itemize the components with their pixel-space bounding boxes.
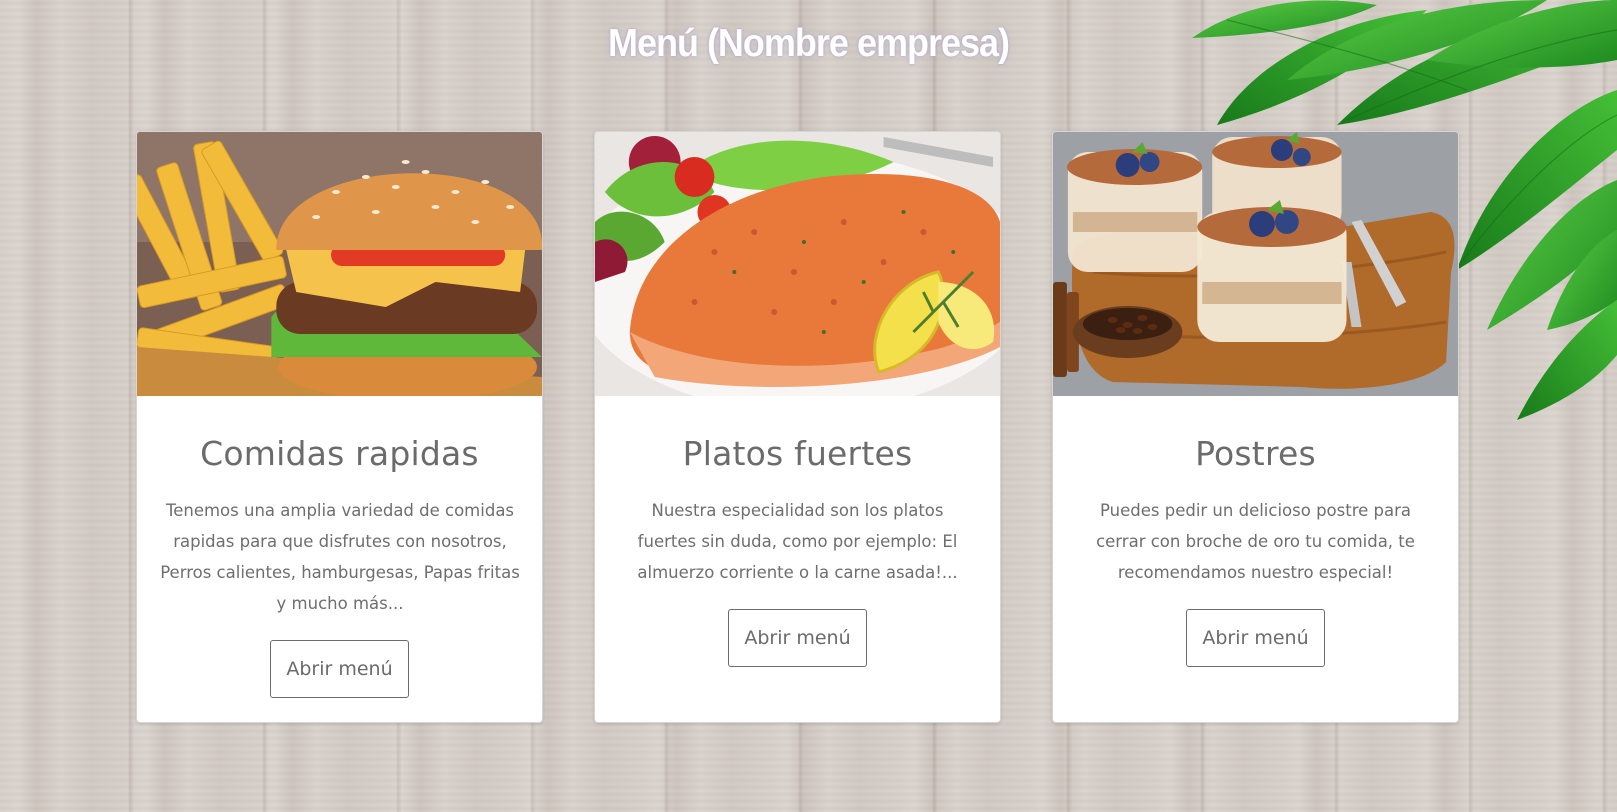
menu-card-fast-food: Comidas rapidas Tenemos una amplia varie… [136,131,543,723]
card-description: Nuestra especialidad son los platos fuer… [637,501,958,582]
card-description: Tenemos una amplia variedad de comidas r… [160,501,520,613]
card-title: Postres [1195,434,1316,473]
menu-card-desserts: Postres Puedes pedir un delicioso postre… [1052,131,1459,723]
menu-cards: Comidas rapidas Tenemos una amplia varie… [136,131,1461,723]
card-body: Comidas rapidas Tenemos una amplia varie… [137,434,542,698]
open-menu-button[interactable]: Abrir menú [270,640,409,698]
open-menu-button[interactable]: Abrir menú [1186,609,1325,667]
menu-card-main-dishes: Platos fuertes Nuestra especialidad son … [594,131,1001,723]
card-body: Platos fuertes Nuestra especialidad son … [595,434,1000,667]
tiramisu-dessert-image [1053,132,1458,396]
page-title: Menú (Nombre empresa) [607,20,1010,65]
card-description: Puedes pedir un delicioso postre para ce… [1096,501,1415,582]
open-menu-button[interactable]: Abrir menú [728,609,867,667]
salmon-plate-image [595,132,1000,396]
card-title: Comidas rapidas [200,434,479,473]
card-title: Platos fuertes [682,434,913,473]
card-body: Postres Puedes pedir un delicioso postre… [1053,434,1458,667]
hamburger-fries-image [137,132,542,396]
